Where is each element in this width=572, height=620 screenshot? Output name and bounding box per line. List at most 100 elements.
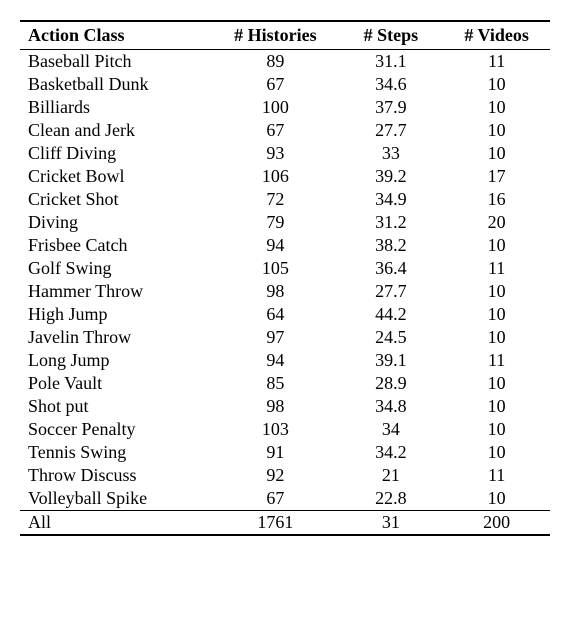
cell-videos: 11 xyxy=(443,50,550,74)
summary-histories: 1761 xyxy=(212,511,338,536)
cell-histories: 98 xyxy=(212,280,338,303)
table-row: Golf Swing10536.411 xyxy=(20,257,550,280)
header-action-class: Action Class xyxy=(20,21,212,50)
cell-histories: 67 xyxy=(212,487,338,511)
table-row: Cricket Bowl10639.217 xyxy=(20,165,550,188)
table-row: Soccer Penalty1033410 xyxy=(20,418,550,441)
cell-histories: 105 xyxy=(212,257,338,280)
cell-videos: 10 xyxy=(443,372,550,395)
header-histories: # Histories xyxy=(212,21,338,50)
cell-videos: 10 xyxy=(443,234,550,257)
cell-action-class: High Jump xyxy=(20,303,212,326)
summary-steps: 31 xyxy=(339,511,444,536)
cell-histories: 97 xyxy=(212,326,338,349)
cell-action-class: Basketball Dunk xyxy=(20,73,212,96)
cell-histories: 67 xyxy=(212,73,338,96)
cell-action-class: Tennis Swing xyxy=(20,441,212,464)
cell-videos: 10 xyxy=(443,418,550,441)
cell-histories: 79 xyxy=(212,211,338,234)
cell-steps: 21 xyxy=(339,464,444,487)
cell-steps: 38.2 xyxy=(339,234,444,257)
cell-action-class: Long Jump xyxy=(20,349,212,372)
summary-videos: 200 xyxy=(443,511,550,536)
cell-histories: 94 xyxy=(212,234,338,257)
cell-steps: 44.2 xyxy=(339,303,444,326)
cell-videos: 10 xyxy=(443,142,550,165)
cell-action-class: Diving xyxy=(20,211,212,234)
cell-steps: 34.6 xyxy=(339,73,444,96)
cell-histories: 91 xyxy=(212,441,338,464)
table-header-row: Action Class # Histories # Steps # Video… xyxy=(20,21,550,50)
cell-histories: 93 xyxy=(212,142,338,165)
cell-videos: 11 xyxy=(443,464,550,487)
cell-action-class: Baseball Pitch xyxy=(20,50,212,74)
cell-histories: 64 xyxy=(212,303,338,326)
cell-histories: 92 xyxy=(212,464,338,487)
cell-videos: 10 xyxy=(443,280,550,303)
cell-action-class: Pole Vault xyxy=(20,372,212,395)
cell-videos: 10 xyxy=(443,303,550,326)
cell-action-class: Cricket Shot xyxy=(20,188,212,211)
header-videos: # Videos xyxy=(443,21,550,50)
cell-action-class: Billiards xyxy=(20,96,212,119)
cell-histories: 106 xyxy=(212,165,338,188)
header-steps: # Steps xyxy=(339,21,444,50)
table-summary-row: All 1761 31 200 xyxy=(20,511,550,536)
cell-videos: 10 xyxy=(443,487,550,511)
cell-action-class: Throw Discuss xyxy=(20,464,212,487)
cell-steps: 24.5 xyxy=(339,326,444,349)
cell-histories: 72 xyxy=(212,188,338,211)
cell-steps: 34.2 xyxy=(339,441,444,464)
cell-videos: 17 xyxy=(443,165,550,188)
cell-histories: 94 xyxy=(212,349,338,372)
cell-steps: 31.1 xyxy=(339,50,444,74)
cell-steps: 39.2 xyxy=(339,165,444,188)
cell-histories: 67 xyxy=(212,119,338,142)
table-row: Javelin Throw9724.510 xyxy=(20,326,550,349)
cell-action-class: Clean and Jerk xyxy=(20,119,212,142)
cell-steps: 37.9 xyxy=(339,96,444,119)
table-row: Frisbee Catch9438.210 xyxy=(20,234,550,257)
table-row: High Jump6444.210 xyxy=(20,303,550,326)
cell-videos: 10 xyxy=(443,73,550,96)
table-row: Shot put9834.810 xyxy=(20,395,550,418)
table-row: Tennis Swing9134.210 xyxy=(20,441,550,464)
cell-videos: 11 xyxy=(443,349,550,372)
cell-steps: 31.2 xyxy=(339,211,444,234)
cell-videos: 11 xyxy=(443,257,550,280)
table-row: Pole Vault8528.910 xyxy=(20,372,550,395)
cell-action-class: Javelin Throw xyxy=(20,326,212,349)
cell-action-class: Frisbee Catch xyxy=(20,234,212,257)
cell-videos: 16 xyxy=(443,188,550,211)
table-row: Billiards10037.910 xyxy=(20,96,550,119)
table-row: Cliff Diving933310 xyxy=(20,142,550,165)
cell-action-class: Volleyball Spike xyxy=(20,487,212,511)
cell-steps: 22.8 xyxy=(339,487,444,511)
cell-action-class: Soccer Penalty xyxy=(20,418,212,441)
cell-videos: 10 xyxy=(443,326,550,349)
table-row: Baseball Pitch8931.111 xyxy=(20,50,550,74)
table-row: Volleyball Spike6722.810 xyxy=(20,487,550,511)
cell-steps: 34.9 xyxy=(339,188,444,211)
table-row: Throw Discuss922111 xyxy=(20,464,550,487)
cell-steps: 27.7 xyxy=(339,280,444,303)
cell-steps: 28.9 xyxy=(339,372,444,395)
cell-action-class: Cliff Diving xyxy=(20,142,212,165)
cell-videos: 10 xyxy=(443,395,550,418)
cell-histories: 103 xyxy=(212,418,338,441)
cell-action-class: Shot put xyxy=(20,395,212,418)
table-row: Long Jump9439.111 xyxy=(20,349,550,372)
table-row: Hammer Throw9827.710 xyxy=(20,280,550,303)
cell-histories: 98 xyxy=(212,395,338,418)
cell-videos: 20 xyxy=(443,211,550,234)
cell-histories: 100 xyxy=(212,96,338,119)
cell-action-class: Cricket Bowl xyxy=(20,165,212,188)
cell-steps: 36.4 xyxy=(339,257,444,280)
cell-histories: 85 xyxy=(212,372,338,395)
cell-steps: 39.1 xyxy=(339,349,444,372)
cell-histories: 89 xyxy=(212,50,338,74)
table-row: Cricket Shot7234.916 xyxy=(20,188,550,211)
cell-steps: 27.7 xyxy=(339,119,444,142)
cell-videos: 10 xyxy=(443,119,550,142)
table-row: Diving7931.220 xyxy=(20,211,550,234)
